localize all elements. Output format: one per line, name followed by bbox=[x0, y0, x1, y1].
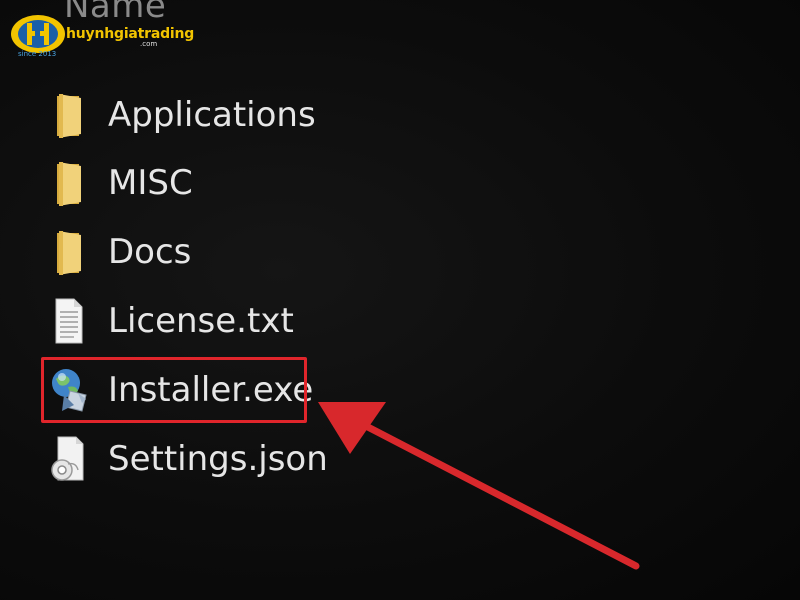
red-arrow-annotation bbox=[318, 402, 640, 570]
brand-watermark: huynhgiatrading .com since 2013 bbox=[10, 10, 194, 62]
brand-since: since 2013 bbox=[18, 50, 57, 58]
brand-name: huynhgiatrading bbox=[66, 26, 195, 42]
brand-domain: .com bbox=[140, 40, 158, 48]
